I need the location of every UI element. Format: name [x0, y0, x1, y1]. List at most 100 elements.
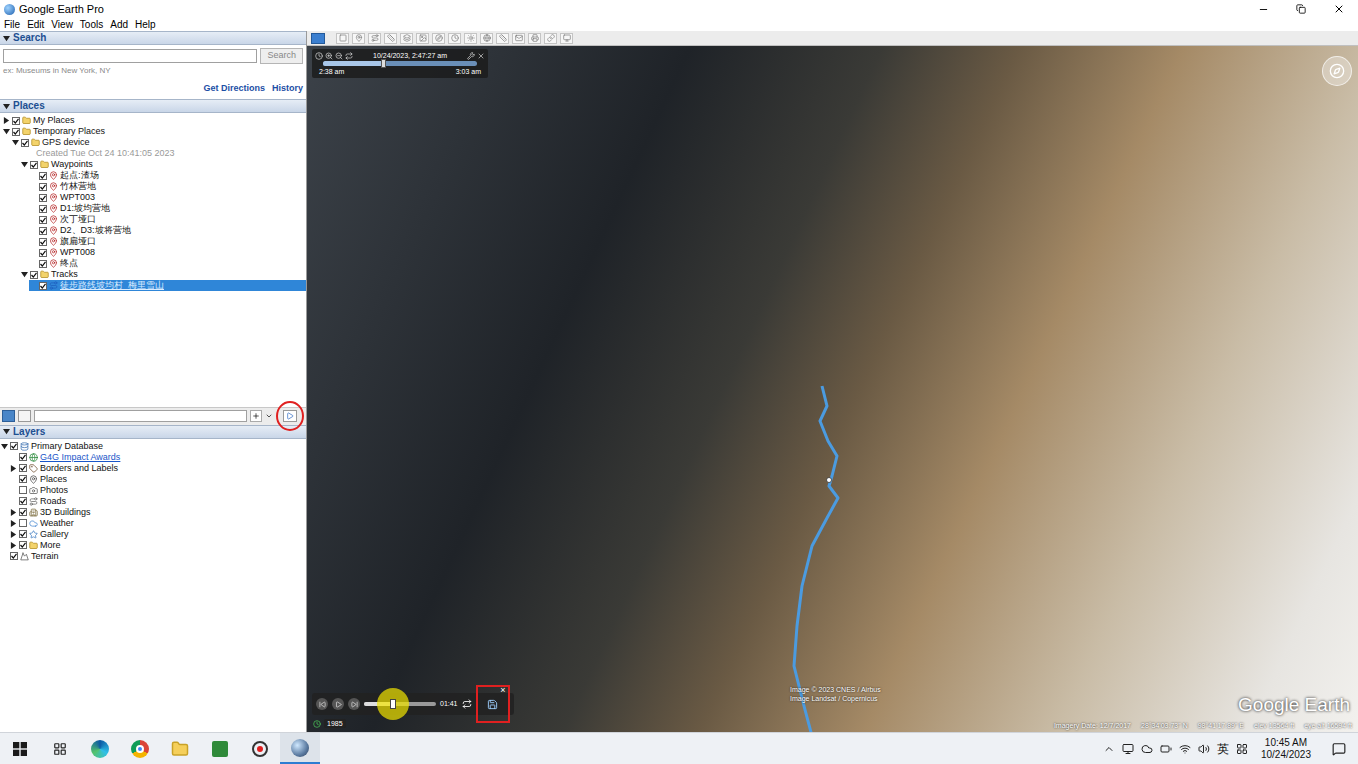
tour-close[interactable]: ×	[500, 685, 505, 695]
ime-mode-icon[interactable]	[1236, 743, 1248, 755]
close-button[interactable]	[1320, 0, 1358, 18]
tree-checkbox[interactable]	[19, 475, 27, 483]
tree-row[interactable]: GPS device	[11, 137, 306, 148]
collapse-icon[interactable]	[3, 35, 10, 42]
tree-checkbox[interactable]	[19, 497, 27, 505]
toolbar-button[interactable]	[544, 33, 557, 44]
tree-checkbox[interactable]	[10, 442, 18, 450]
tree-row[interactable]: 竹林营地	[29, 181, 306, 192]
google-earth-button[interactable]	[280, 733, 320, 764]
task-view-button[interactable]	[40, 733, 80, 764]
tour-button[interactable]	[283, 410, 297, 422]
tree-checkbox[interactable]	[19, 464, 27, 472]
collapse-icon[interactable]	[3, 103, 10, 110]
tree-checkbox[interactable]	[19, 486, 27, 494]
dropdown-icon[interactable]	[265, 412, 273, 420]
tree-row[interactable]: 次丁垭口	[29, 214, 306, 225]
tree-row[interactable]: Tracks	[20, 269, 306, 280]
toolbar-button[interactable]	[400, 33, 413, 44]
tour-button-highlight[interactable]	[276, 401, 304, 431]
menu-item[interactable]: Help	[135, 19, 156, 31]
expander-icon[interactable]	[10, 542, 17, 549]
start-button[interactable]	[0, 733, 40, 764]
onedrive-icon[interactable]	[1141, 743, 1153, 755]
expander-icon[interactable]	[3, 117, 10, 124]
tree-row[interactable]: 徒步路线坡均村_梅里雪山	[29, 280, 306, 291]
tree-checkbox[interactable]	[19, 519, 27, 527]
tree-checkbox[interactable]	[19, 541, 27, 549]
tour-slider-thumb[interactable]	[390, 699, 396, 709]
chrome-button[interactable]	[120, 733, 160, 764]
rewind-button[interactable]	[316, 698, 328, 710]
sidebar-toggle-button[interactable]	[311, 33, 325, 44]
tree-checkbox[interactable]	[39, 205, 47, 213]
toolbar-button[interactable]	[512, 33, 525, 44]
search-link[interactable]: Get Directions	[203, 82, 265, 96]
search-link[interactable]: History	[272, 82, 303, 96]
layers-header[interactable]: Layers	[0, 425, 306, 439]
menu-item[interactable]: View	[51, 19, 73, 31]
expander-icon[interactable]	[10, 465, 17, 472]
toolbar-button[interactable]	[336, 33, 349, 44]
expander-icon[interactable]	[10, 509, 17, 516]
tree-row[interactable]: My Places	[2, 115, 306, 126]
tree-row[interactable]: D2、D3:坡将营地	[29, 225, 306, 236]
save-tour-highlight[interactable]: ×	[476, 685, 510, 723]
toolbar-button[interactable]	[528, 33, 541, 44]
tree-checkbox[interactable]	[39, 194, 47, 202]
tree-checkbox[interactable]	[19, 530, 27, 538]
clock-icon[interactable]	[315, 52, 323, 60]
tree-checkbox[interactable]	[39, 238, 47, 246]
notifications-icon[interactable]	[1332, 742, 1346, 756]
tree-checkbox[interactable]	[30, 161, 38, 169]
tree-row[interactable]: Temporary Places	[2, 126, 306, 137]
input-method[interactable]: 英	[1217, 740, 1229, 758]
view-button[interactable]	[2, 410, 15, 422]
tree-checkbox[interactable]	[10, 552, 18, 560]
tree-row[interactable]: 旗扁垭口	[29, 236, 306, 247]
tree-checkbox[interactable]	[39, 227, 47, 235]
tree-checkbox[interactable]	[21, 139, 29, 147]
minimize-button[interactable]	[1244, 0, 1282, 18]
toolbar-button[interactable]	[384, 33, 397, 44]
tree-checkbox[interactable]	[12, 128, 20, 136]
expander-icon[interactable]	[21, 271, 28, 278]
tree-checkbox[interactable]	[19, 508, 27, 516]
add-button[interactable]	[250, 410, 262, 422]
places-header[interactable]: Places	[0, 99, 306, 113]
menu-item[interactable]: Tools	[80, 19, 103, 31]
restore-button[interactable]	[1282, 0, 1320, 18]
tree-row[interactable]: Gallery	[9, 529, 306, 540]
tree-row[interactable]: Weather	[9, 518, 306, 529]
toolbar-button[interactable]	[480, 33, 493, 44]
time-slider-thumb[interactable]	[381, 59, 386, 68]
battery-icon[interactable]	[1160, 743, 1172, 755]
recorder-button[interactable]	[240, 733, 280, 764]
loop-icon[interactable]	[345, 52, 353, 60]
repeat-icon[interactable]	[462, 699, 472, 709]
tree-row[interactable]: Photos	[9, 485, 306, 496]
view-button[interactable]	[18, 410, 31, 422]
tour-slider[interactable]	[364, 702, 436, 706]
zoom-in-icon[interactable]	[325, 52, 333, 60]
history-icon[interactable]	[313, 720, 321, 728]
toolbar-button[interactable]	[496, 33, 509, 44]
tree-row[interactable]: Created Tue Oct 24 10:41:05 2023	[20, 148, 306, 159]
expander-icon[interactable]	[1, 443, 8, 450]
tree-checkbox[interactable]	[39, 260, 47, 268]
year-badge[interactable]: 1985	[324, 719, 346, 728]
zoom-out-icon[interactable]	[335, 52, 343, 60]
tree-checkbox[interactable]	[39, 216, 47, 224]
expander-icon[interactable]	[10, 531, 17, 538]
settings-icon[interactable]	[467, 52, 475, 60]
tree-row[interactable]: Places	[9, 474, 306, 485]
volume-icon[interactable]	[1198, 743, 1210, 755]
expander-icon[interactable]	[21, 161, 28, 168]
tree-checkbox[interactable]	[39, 282, 47, 290]
map-view[interactable]: 10/24/2023, 2:47:27 am2:38 am3:03 amImag…	[307, 46, 1358, 732]
menu-item[interactable]: Add	[110, 19, 128, 31]
search-input[interactable]	[3, 49, 257, 63]
collapse-icon[interactable]	[3, 428, 10, 435]
tree-row[interactable]: 终点	[29, 258, 306, 269]
app-button[interactable]	[200, 733, 240, 764]
